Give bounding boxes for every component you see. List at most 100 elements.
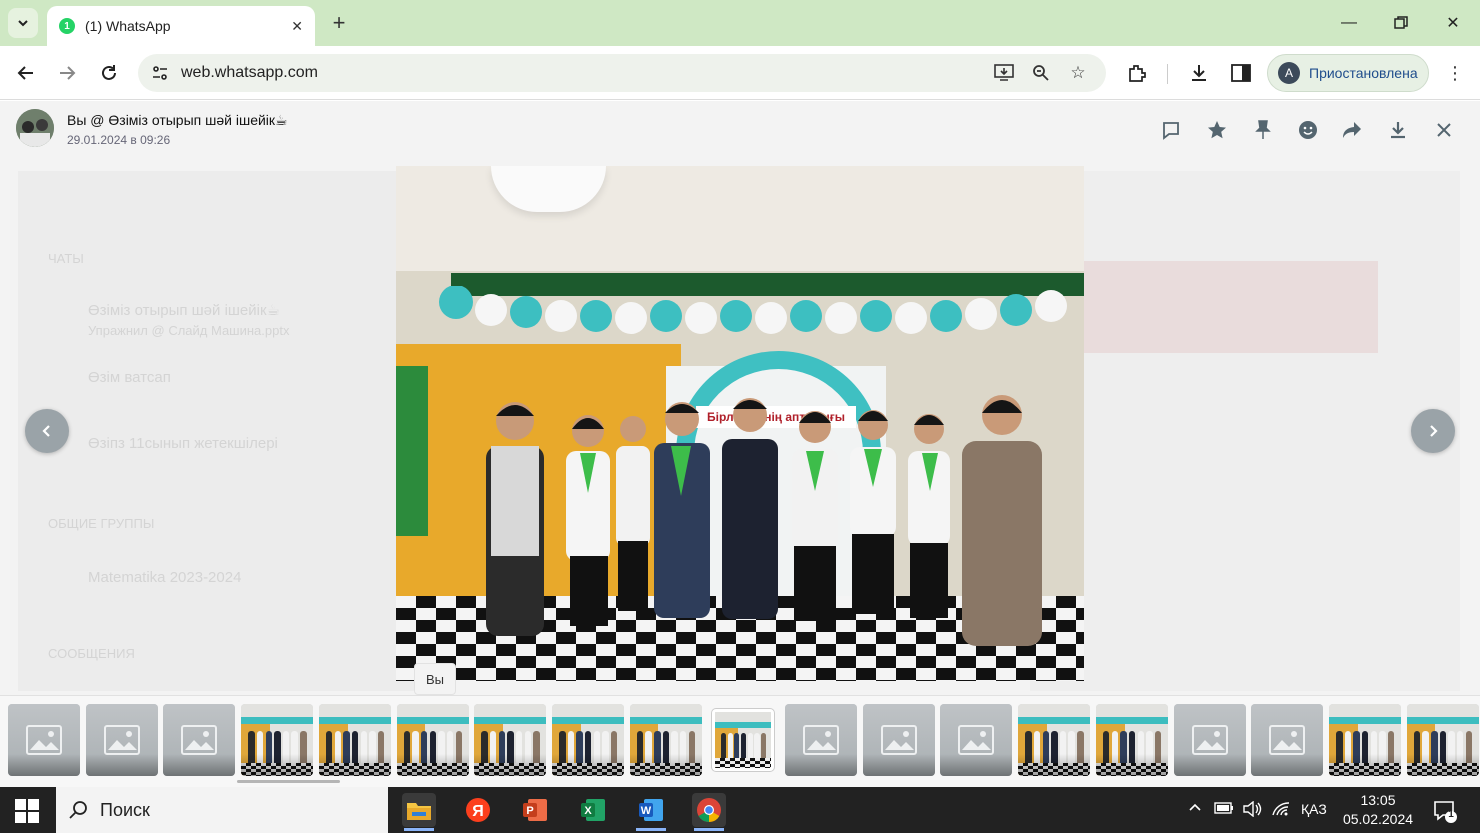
go-to-message-icon[interactable]	[1158, 117, 1184, 143]
install-app-icon[interactable]	[992, 61, 1016, 85]
svg-text:X: X	[584, 805, 592, 817]
active-app-indicator	[694, 828, 724, 831]
media-thumbnail[interactable]	[1095, 704, 1168, 776]
media-thumbnail[interactable]	[1251, 704, 1324, 776]
wifi-icon[interactable]	[1271, 801, 1291, 820]
address-bar[interactable]: web.whatsapp.com ☆	[138, 54, 1106, 92]
thumbnail-tooltip: Вы	[414, 663, 456, 695]
battery-icon[interactable]	[1214, 801, 1234, 818]
profile-avatar: A	[1278, 62, 1300, 84]
previous-media-button[interactable]	[25, 409, 69, 453]
background-text: Упражнил @ Слайд Машина.pptx	[88, 323, 290, 338]
browser-tab-whatsapp[interactable]: 1 (1) WhatsApp ✕	[47, 6, 315, 46]
svg-text:Я: Я	[472, 803, 484, 820]
excel-icon[interactable]: X	[576, 793, 610, 827]
chevron-right-icon	[1430, 425, 1438, 437]
media-thumbnail[interactable]	[629, 704, 702, 776]
notification-count: 1	[1448, 809, 1454, 820]
tray-chevron-up-icon[interactable]	[1188, 801, 1202, 818]
thumbnail-scroll-indicator[interactable]	[237, 780, 340, 783]
media-thumbnail[interactable]	[318, 704, 391, 776]
forward-arrow-icon[interactable]	[54, 60, 80, 86]
tab-title: (1) WhatsApp	[85, 18, 171, 34]
browser-menu-icon[interactable]: ⋮	[1442, 60, 1468, 86]
viewer-photo: Бірлестігінің апталығы	[396, 166, 1084, 681]
side-panel-icon[interactable]	[1228, 60, 1254, 86]
photo-balloons	[439, 286, 1067, 334]
url-text: web.whatsapp.com	[181, 64, 318, 81]
pin-icon[interactable]	[1250, 117, 1276, 143]
close-tab-icon[interactable]: ✕	[291, 18, 303, 35]
photo-people	[486, 395, 1042, 646]
photo-thumbnail-image	[715, 712, 772, 768]
close-viewer-icon[interactable]	[1431, 117, 1457, 143]
whatsapp-favicon-icon: 1	[59, 18, 75, 34]
media-thumbnail[interactable]	[1406, 704, 1479, 776]
profile-status-label: Приостановлена	[1309, 65, 1418, 81]
downloads-icon[interactable]	[1186, 60, 1212, 86]
background-text: Өзіпз 11сынып жетекшілері	[88, 435, 278, 452]
back-arrow-icon[interactable]	[13, 60, 39, 86]
media-thumbnail[interactable]	[163, 704, 236, 776]
background-text: Matematika 2023-2024	[88, 569, 242, 586]
svg-text:W: W	[641, 805, 652, 817]
media-thumbnail[interactable]	[862, 704, 935, 776]
media-thumbnail[interactable]	[85, 704, 158, 776]
svg-text:P: P	[526, 805, 533, 817]
media-thumbnail[interactable]	[1328, 704, 1401, 776]
search-label: Поиск	[100, 799, 150, 820]
background-text: Өзіміз отырып шәй ішейік☕	[88, 302, 280, 319]
reload-icon[interactable]	[96, 60, 122, 86]
extensions-icon[interactable]	[1124, 60, 1150, 86]
bookmark-star-icon[interactable]: ☆	[1066, 61, 1090, 85]
media-thumbnail[interactable]	[712, 709, 775, 771]
taskbar-search-box[interactable]: Поиск	[56, 787, 388, 833]
avatar[interactable]	[16, 109, 54, 147]
new-tab-button[interactable]: +	[326, 10, 352, 36]
minimize-icon[interactable]: —	[1336, 10, 1362, 36]
taskbar-clock[interactable]: 13:05 05.02.2024	[1340, 791, 1416, 829]
media-thumbnail[interactable]	[1173, 704, 1246, 776]
next-media-button[interactable]	[1411, 409, 1455, 453]
media-thumbnail[interactable]	[241, 704, 314, 776]
active-app-indicator	[404, 828, 434, 831]
background-media-panel	[1030, 171, 1460, 691]
browser-toolbar: web.whatsapp.com ☆ A Приостановлена ⋮	[0, 46, 1480, 100]
media-thumbnail[interactable]	[8, 704, 80, 776]
toolbar-separator	[1167, 64, 1168, 84]
media-thumbnail[interactable]	[474, 704, 547, 776]
windows-taskbar: Поиск Я P X W ҚАЗ 13:05 05.02.2024 1	[0, 787, 1480, 833]
media-thumbnail[interactable]	[396, 704, 469, 776]
powerpoint-icon[interactable]: P	[518, 793, 552, 827]
star-icon[interactable]	[1204, 117, 1230, 143]
site-info-icon[interactable]	[148, 61, 172, 85]
viewer-header: Вы @ Өзіміз отырып шәй ішейік☕ 29.01.202…	[0, 101, 1480, 159]
restore-icon[interactable]	[1388, 10, 1414, 36]
file-explorer-icon[interactable]	[402, 793, 436, 831]
whatsapp-media-viewer: ЧАТЫ Өзіміз отырып шәй ішейік☕ Упражнил …	[0, 101, 1480, 787]
browser-tabstrip: 1 (1) WhatsApp ✕ + — ✕	[0, 0, 1480, 46]
language-indicator[interactable]: ҚАЗ	[1301, 801, 1327, 817]
photo-ornament	[396, 366, 428, 536]
yandex-browser-icon[interactable]: Я	[461, 793, 495, 827]
close-window-icon[interactable]: ✕	[1440, 10, 1466, 36]
media-thumbnail[interactable]	[1018, 704, 1091, 776]
media-thumbnail[interactable]	[551, 704, 624, 776]
notifications-icon[interactable]: 1	[1432, 798, 1458, 824]
media-thumbnail[interactable]	[940, 704, 1013, 776]
tab-search-button[interactable]	[8, 8, 38, 38]
windows-start-icon[interactable]	[14, 798, 40, 824]
clock-time: 13:05	[1360, 792, 1396, 808]
clock-date: 05.02.2024	[1342, 811, 1414, 827]
chrome-icon[interactable]	[692, 793, 726, 831]
background-text: СООБЩЕНИЯ	[48, 646, 135, 661]
forward-icon[interactable]	[1339, 117, 1365, 143]
media-thumbnail[interactable]	[785, 704, 857, 776]
volume-icon[interactable]	[1242, 800, 1262, 820]
download-icon[interactable]	[1385, 117, 1411, 143]
word-icon[interactable]: W	[634, 793, 668, 831]
profile-button[interactable]: A Приостановлена	[1267, 54, 1429, 92]
zoom-icon[interactable]	[1029, 61, 1053, 85]
react-emoji-icon[interactable]	[1295, 117, 1321, 143]
sender-name: Вы @ Өзіміз отырып шәй ішейік☕	[67, 112, 288, 128]
